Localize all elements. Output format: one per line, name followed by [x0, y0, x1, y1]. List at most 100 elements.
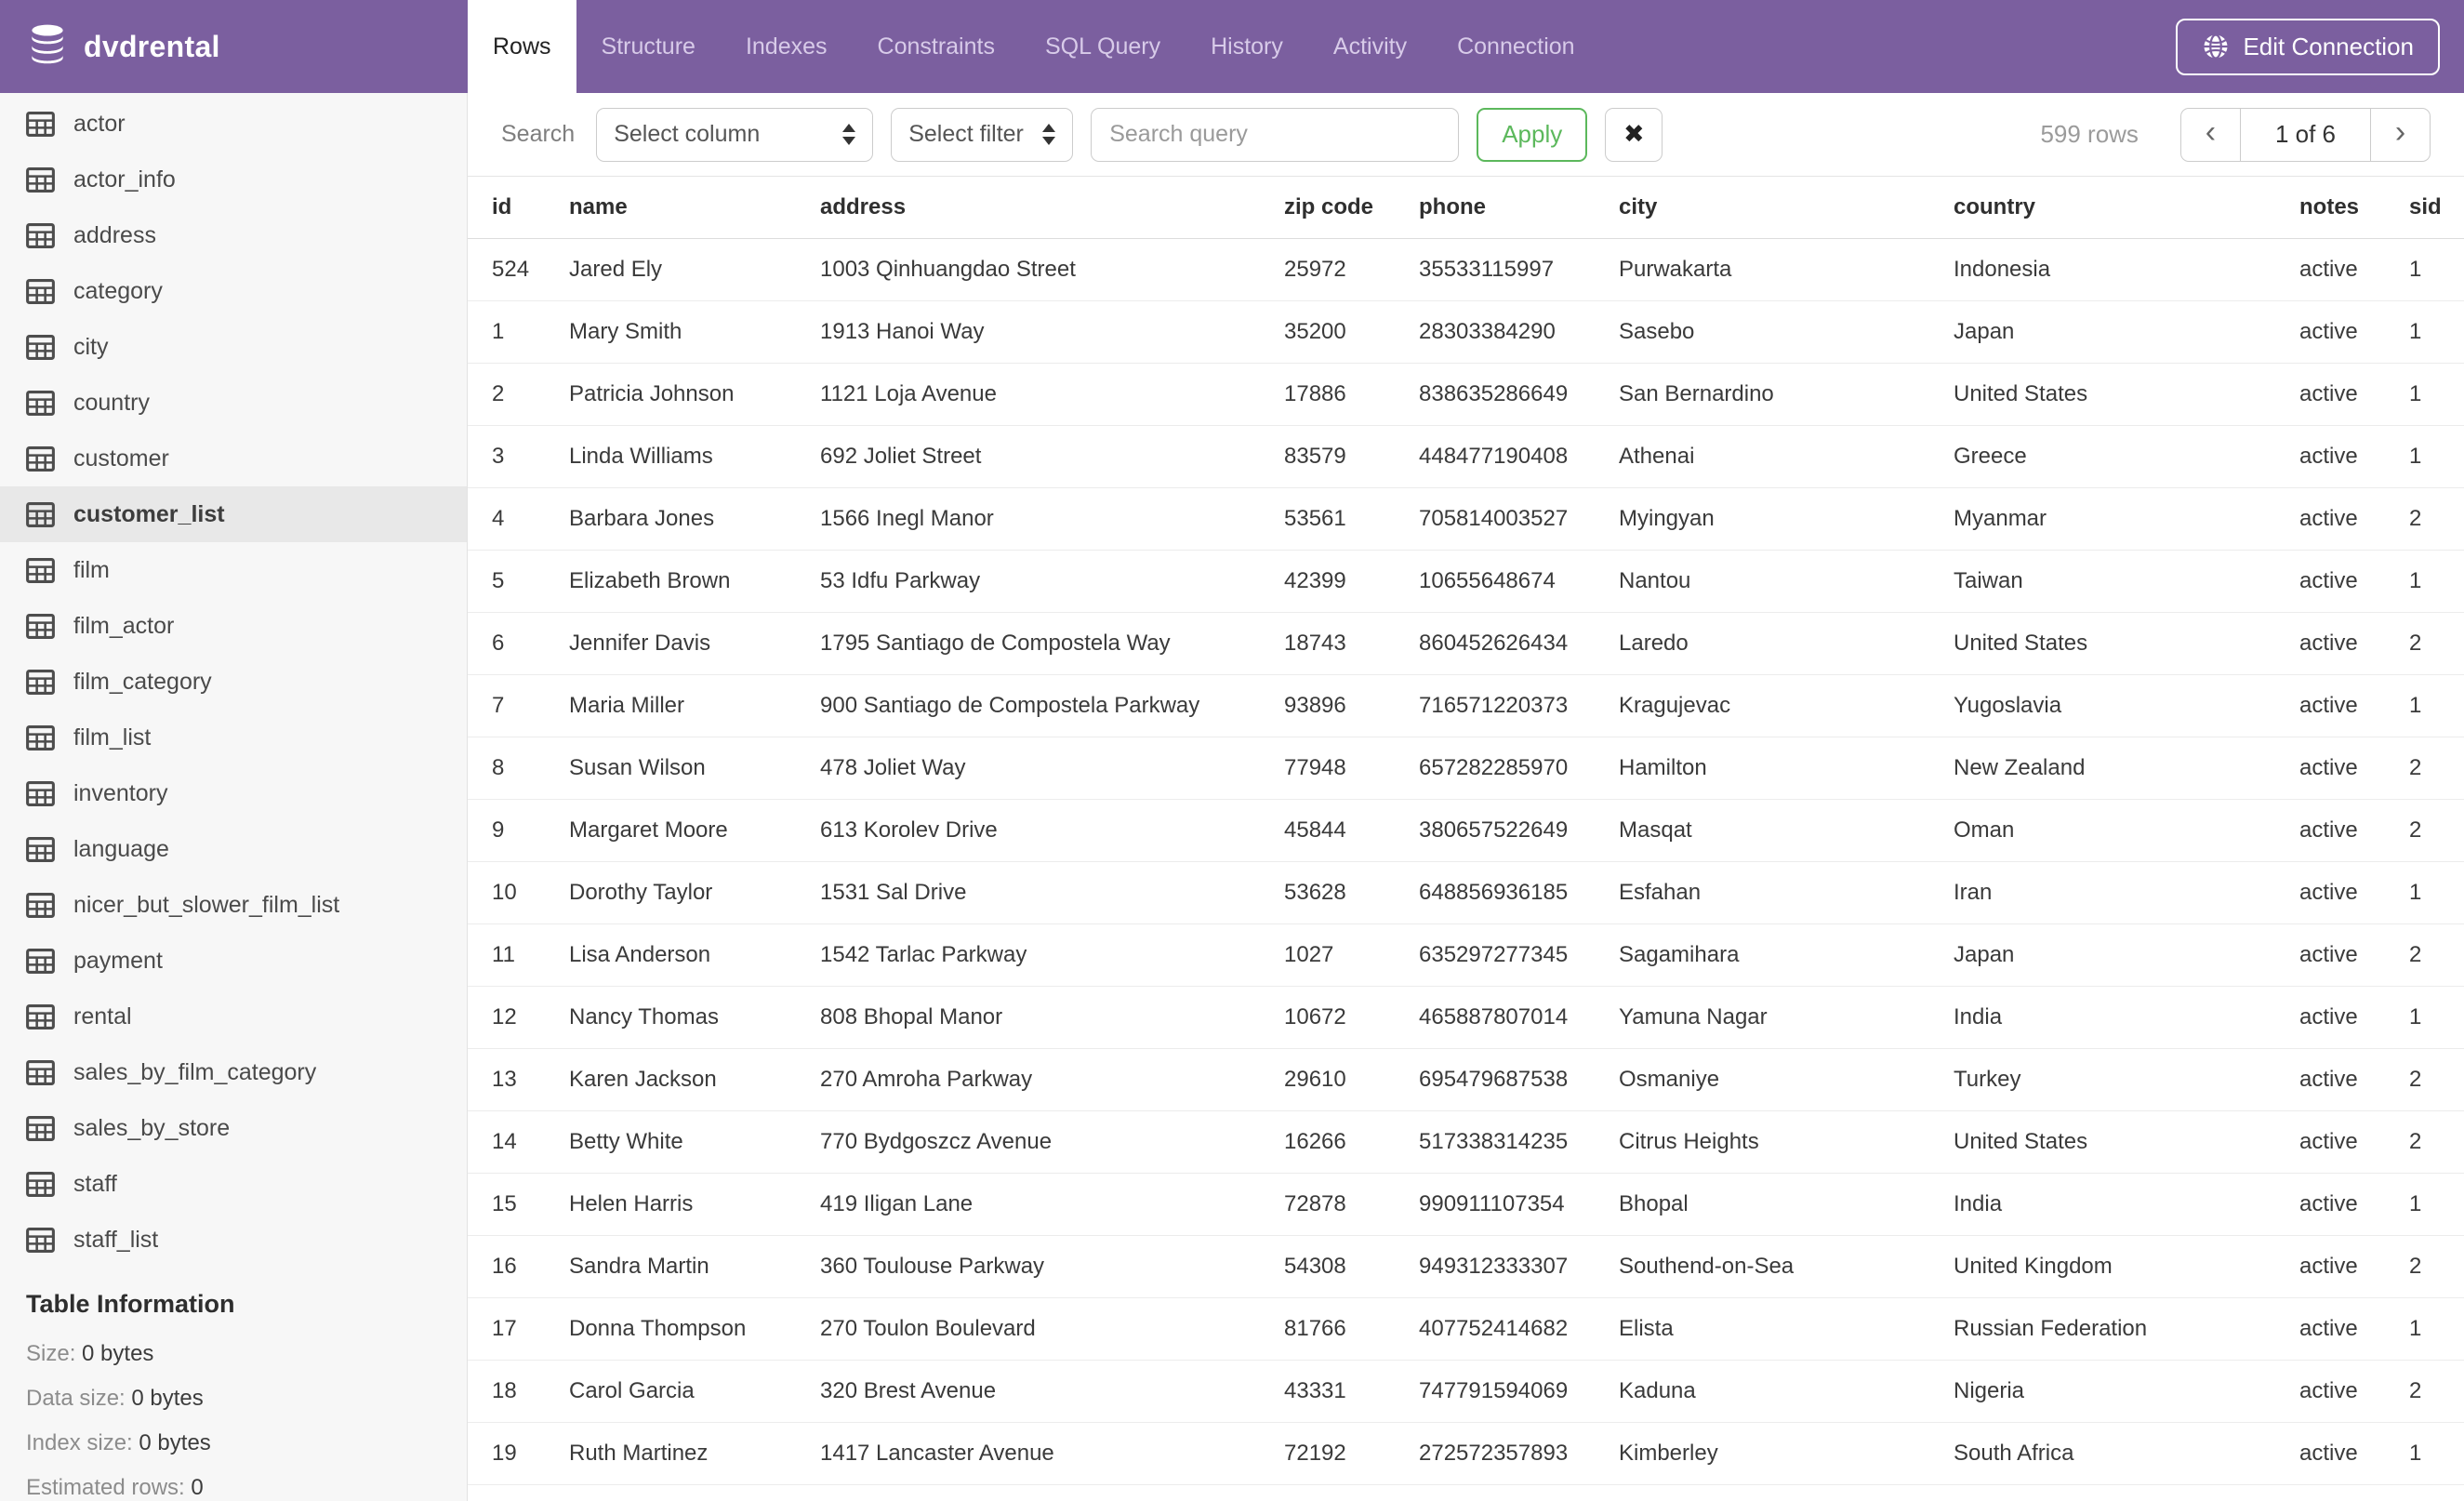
tab-indexes[interactable]: Indexes	[721, 0, 853, 93]
table-row[interactable]: 16 Sandra Martin 360 Toulouse Parkway 54308…	[468, 1235, 2464, 1298]
cell-phone: 635297277345	[1419, 923, 1619, 987]
filter-select[interactable]: Select filter	[891, 107, 1074, 162]
cell-notes: active	[2299, 300, 2409, 364]
sidebar-item-sales_by_film_category[interactable]: sales_by_film_category	[0, 1044, 467, 1100]
column-header-country[interactable]: country	[1954, 177, 2299, 239]
main-content: Search Select column Select filter Apply…	[468, 93, 2464, 1501]
sidebar-item-label: address	[73, 221, 156, 248]
sidebar-item-staff[interactable]: staff	[0, 1156, 467, 1212]
cell-name: Susan Wilson	[569, 737, 820, 800]
sidebar-item-sales_by_store[interactable]: sales_by_store	[0, 1100, 467, 1156]
cell-country: United Kingdom	[1954, 1235, 2299, 1298]
cell-notes: active	[2299, 238, 2409, 301]
cell-city: Kaduna	[1619, 1360, 1954, 1423]
sidebar-item-address[interactable]: address	[0, 207, 467, 263]
tab-activity[interactable]: Activity	[1308, 0, 1432, 93]
cell-name: Carol Garcia	[569, 1360, 820, 1423]
sidebar-item-payment[interactable]: payment	[0, 933, 467, 989]
sidebar-item-film[interactable]: film	[0, 542, 467, 598]
sidebar-item-label: film	[73, 556, 110, 583]
cell-sid: 2	[2409, 799, 2464, 862]
cell-city: Sasebo	[1619, 300, 1954, 364]
table-row[interactable]: 8 Susan Wilson 478 Joliet Way 77948 65728228…	[468, 737, 2464, 800]
sidebar-item-country[interactable]: country	[0, 375, 467, 431]
cell-notes: active	[2299, 1422, 2409, 1485]
edit-connection-button[interactable]: Edit Connection	[2176, 18, 2440, 75]
table-row[interactable]: 12 Nancy Thomas 808 Bhopal Manor 10672 46588…	[468, 986, 2464, 1049]
sidebar-item-staff_list[interactable]: staff_list	[0, 1212, 467, 1268]
table-row[interactable]: 524 Jared Ely 1003 Qinhuangdao Street 25972…	[468, 238, 2464, 301]
sidebar-item-nicer_but_slower_film_list[interactable]: nicer_but_slower_film_list	[0, 877, 467, 933]
table-icon	[26, 111, 55, 137]
cell-sid: 2	[2409, 1235, 2464, 1298]
table-row[interactable]: 10 Dorothy Taylor 1531 Sal Drive 53628 64885…	[468, 861, 2464, 924]
sidebar-item-actor[interactable]: actor	[0, 96, 467, 152]
sidebar-item-inventory[interactable]: inventory	[0, 765, 467, 821]
cell-name: Patricia Johnson	[569, 363, 820, 426]
cell-sid: 1	[2409, 674, 2464, 737]
table-row[interactable]: 15 Helen Harris 419 Iligan Lane 72878 990911…	[468, 1173, 2464, 1236]
column-header-notes[interactable]: notes	[2299, 177, 2409, 239]
sidebar-item-customer_list[interactable]: customer_list	[0, 486, 467, 542]
column-header-name[interactable]: name	[569, 177, 820, 239]
cell-notes: active	[2299, 799, 2409, 862]
prev-page-button[interactable]: ‹	[2181, 108, 2241, 161]
table-row[interactable]: 3 Linda Williams 692 Joliet Street 83579 448…	[468, 425, 2464, 488]
next-page-button[interactable]: ›	[2370, 108, 2430, 161]
tab-rows[interactable]: Rows	[468, 0, 576, 93]
column-header-zip-code[interactable]: zip code	[1284, 177, 1419, 239]
sidebar-item-label: staff	[73, 1170, 117, 1197]
filter-select-value: Select filter	[908, 121, 1024, 147]
table-row[interactable]: 13 Karen Jackson 270 Amroha Parkway 29610 69…	[468, 1048, 2464, 1111]
apply-button[interactable]: Apply	[1477, 107, 1588, 162]
sidebar-item-film_actor[interactable]: film_actor	[0, 598, 467, 654]
table-row[interactable]: 7 Maria Miller 900 Santiago de Compostela …	[468, 674, 2464, 737]
table-row[interactable]: 2 Patricia Johnson 1121 Loja Avenue 17886 83…	[468, 363, 2464, 426]
sidebar-item-customer[interactable]: customer	[0, 431, 467, 486]
tab-constraints[interactable]: Constraints	[853, 0, 1020, 93]
sidebar-item-actor_info[interactable]: actor_info	[0, 152, 467, 207]
table-row[interactable]: 5 Elizabeth Brown 53 Idfu Parkway 42399 1065…	[468, 550, 2464, 613]
table-row[interactable]: 4 Barbara Jones 1566 Inegl Manor 53561 70581…	[468, 487, 2464, 551]
table-row[interactable]: 6 Jennifer Davis 1795 Santiago de Composte…	[468, 612, 2464, 675]
table-row[interactable]: 17 Donna Thompson 270 Toulon Boulevard 8176…	[468, 1297, 2464, 1361]
column-header-sid[interactable]: sid	[2409, 177, 2464, 239]
sidebar-item-label: rental	[73, 1003, 132, 1029]
cell-id: 15	[468, 1173, 569, 1236]
cell-city: Yamuna Nagar	[1619, 986, 1954, 1049]
clear-filter-button[interactable]: ✖	[1605, 107, 1663, 162]
table-row[interactable]: 1 Mary Smith 1913 Hanoi Way 35200 2830338429…	[468, 300, 2464, 364]
sidebar-item-label: category	[73, 277, 163, 304]
column-header-address[interactable]: address	[820, 177, 1284, 239]
tab-structure[interactable]: Structure	[576, 0, 721, 93]
cell-notes: active	[2299, 1110, 2409, 1174]
sidebar-item-film_category[interactable]: film_category	[0, 654, 467, 710]
cell-address: 270 Toulon Boulevard	[820, 1297, 1284, 1361]
sidebar-item-film_list[interactable]: film_list	[0, 710, 467, 765]
cell-phone: 28303384290	[1419, 300, 1619, 364]
sidebar-item-rental[interactable]: rental	[0, 989, 467, 1044]
tab-history[interactable]: History	[1186, 0, 1308, 93]
column-select[interactable]: Select column	[596, 107, 874, 162]
cell-country: United States	[1954, 1110, 2299, 1174]
table-row[interactable]: 9 Margaret Moore 613 Korolev Drive 45844 380…	[468, 799, 2464, 862]
sidebar-item-language[interactable]: language	[0, 821, 467, 877]
column-header-id[interactable]: id	[468, 177, 569, 239]
column-header-phone[interactable]: phone	[1419, 177, 1619, 239]
sidebar-item-category[interactable]: category	[0, 263, 467, 319]
cell-phone: 747791594069	[1419, 1360, 1619, 1423]
sidebar-item-label: city	[73, 333, 109, 360]
tab-sql-query[interactable]: SQL Query	[1020, 0, 1186, 93]
table-row[interactable]: 14 Betty White 770 Bydgoszcz Avenue 16266 51…	[468, 1110, 2464, 1174]
column-header-city[interactable]: city	[1619, 177, 1954, 239]
table-icon	[26, 724, 55, 750]
table-row[interactable]: 19 Ruth Martinez 1417 Lancaster Avenue 7219…	[468, 1422, 2464, 1485]
cell-zip-code: 25972	[1284, 238, 1419, 301]
cell-phone: 860452626434	[1419, 612, 1619, 675]
cell-country: Nigeria	[1954, 1360, 2299, 1423]
search-query-input[interactable]	[1091, 107, 1460, 162]
table-row[interactable]: 11 Lisa Anderson 1542 Tarlac Parkway 1027 63…	[468, 923, 2464, 987]
table-row[interactable]: 18 Carol Garcia 320 Brest Avenue 43331 74779…	[468, 1360, 2464, 1423]
sidebar-item-city[interactable]: city	[0, 319, 467, 375]
tab-connection[interactable]: Connection	[1432, 0, 1599, 93]
